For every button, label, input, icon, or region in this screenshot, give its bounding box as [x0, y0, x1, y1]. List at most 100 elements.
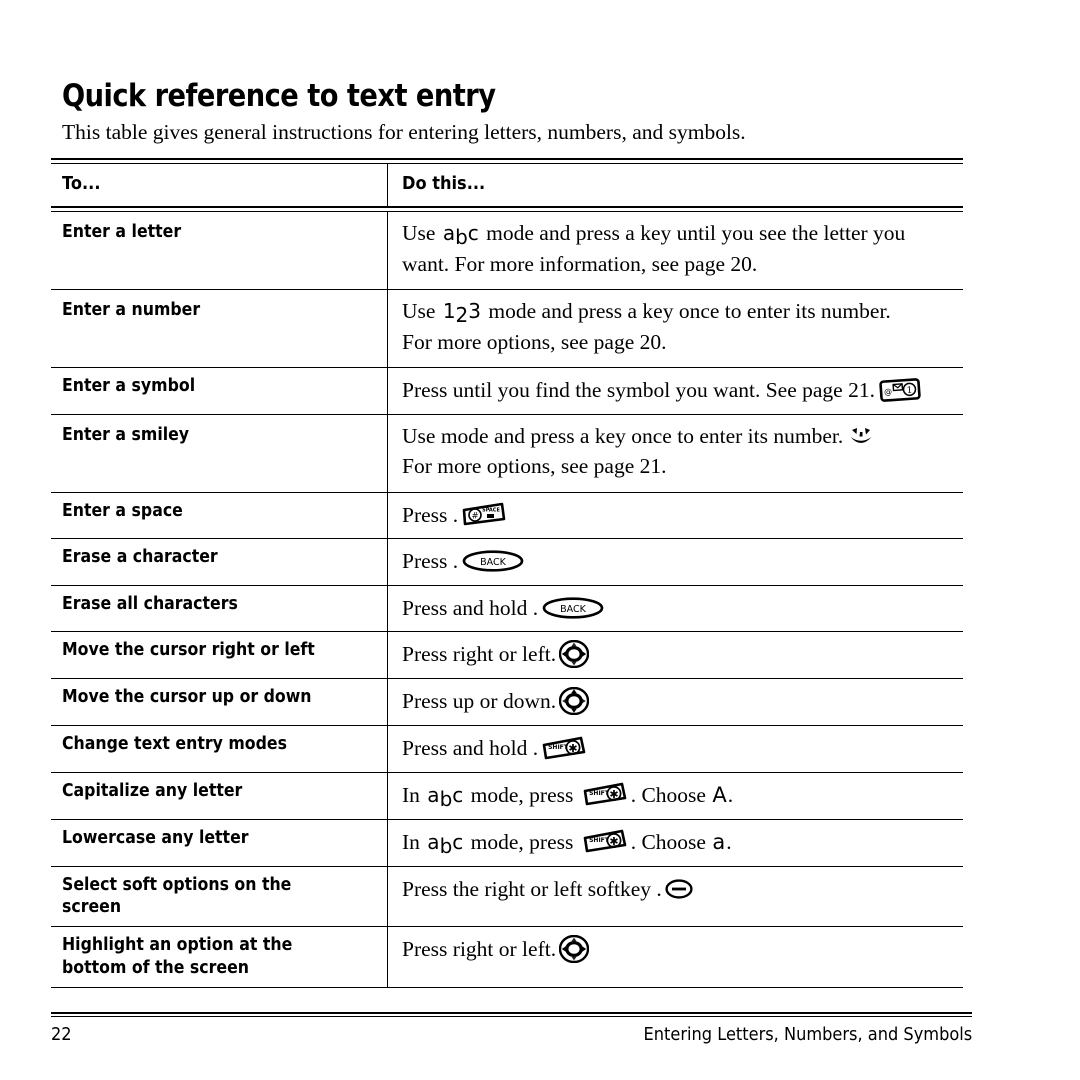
table-row: Move the cursor right or left Press right…: [51, 632, 963, 680]
table-row: Enter a letter Use abc mode and press a k…: [51, 212, 963, 291]
instruction-line: want. For more information, see page 20.: [402, 251, 758, 276]
instruction-line: Press . # SPACE: [402, 500, 953, 531]
row-action-label-text: Erase a character: [62, 547, 218, 568]
instruction-line: Press and hold . BACK: [402, 593, 953, 624]
instruction-line: For more options, see page 20.: [402, 329, 667, 354]
row-action-label: Highlight an option at the bottom of the…: [51, 927, 388, 988]
page-footer: 22 Entering Letters, Numbers, and Symbol…: [51, 1024, 972, 1045]
table-row: Enter a number Use 123 mode and press a k…: [51, 290, 963, 369]
svg-text:@: @: [884, 387, 893, 397]
row-action-label: Lowercase any letter: [51, 819, 388, 866]
svg-text:1: 1: [906, 386, 912, 396]
row-instruction: Press up or down.: [388, 679, 963, 725]
svg-text:#: #: [472, 512, 479, 522]
row-action-label: Erase all characters: [51, 585, 388, 632]
nav-key-updown-icon: [559, 687, 590, 716]
table-header-row: To... Do this...: [51, 164, 963, 206]
row-instruction: Press . BACK: [388, 539, 963, 585]
instruction-line: Press . BACK: [402, 546, 953, 577]
space-key-icon: # SPACE: [461, 501, 507, 528]
text-entry-mode-glyph-123: 123: [442, 299, 482, 328]
table-row: Select soft options on the screen Press t…: [51, 866, 963, 928]
footer-section-title: Entering Letters, Numbers, and Symbols: [643, 1024, 972, 1045]
row-instruction: Use mode and press a key once to enter i…: [388, 415, 963, 492]
row-action-label-text: Enter a symbol: [62, 376, 196, 397]
row-action-label-text: Move the cursor up or down: [62, 687, 312, 708]
row-action-label: Enter a smiley: [51, 414, 388, 492]
choose-character-glyph: a: [712, 829, 726, 854]
row-instruction: Press the right or left softkey .: [388, 867, 963, 927]
row-action-label-text: Change text entry modes: [62, 734, 287, 755]
row-instruction: In abc mode, press SHIFT ✱. Choose A.: [388, 773, 963, 819]
instruction-line: Press until you find the symbol you want…: [402, 375, 953, 406]
svg-text:✱: ✱: [609, 788, 618, 801]
nav-key-leftright-icon: [559, 640, 590, 669]
svg-text:BACK: BACK: [560, 604, 586, 615]
row-action-label-text: Enter a space: [62, 500, 183, 521]
table-row: Erase all characters Press and hold . BACK: [51, 585, 963, 633]
table-row: Capitalize any letter In abc mode, press …: [51, 772, 963, 820]
instruction-line: Press and hold . SHIFT ✱: [402, 733, 953, 764]
row-action-label-text: Capitalize any letter: [62, 780, 243, 801]
text-entry-mode-glyph-abc: abc: [427, 829, 464, 858]
row-action-label: Select soft options on the screen: [51, 866, 388, 927]
symbol-key-icon: @1: [878, 377, 922, 403]
row-action-label-text: Select soft options on the screen: [62, 874, 292, 917]
instruction-line: Press up or down.: [402, 686, 953, 717]
row-action-label: Move the cursor up or down: [51, 679, 388, 726]
manual-page: Quick reference to text entry This table…: [0, 0, 1080, 1080]
footer-page-number: 22: [51, 1024, 72, 1045]
page-title: Quick reference to text entry: [62, 78, 496, 114]
instruction-line: Use 123 mode and press a key once to ent…: [402, 299, 891, 328]
row-action-label: Erase a character: [51, 539, 388, 585]
instruction-line: Press right or left.: [402, 639, 953, 670]
instruction-line: For more options, see page 21.: [402, 454, 667, 479]
table-row: Enter a smiley Use mode and press a key o…: [51, 414, 963, 493]
row-action-label: Enter a number: [51, 290, 388, 368]
instruction-line: In abc mode, press SHIFT ✱. Choose A.: [402, 781, 734, 811]
table-row: Lowercase any letter In abc mode, press S…: [51, 819, 963, 867]
row-action-label: Move the cursor right or left: [51, 632, 388, 679]
table-header-cell-to: To...: [51, 164, 388, 206]
column-header-to: To...: [62, 173, 101, 194]
row-instruction: Press and hold . SHIFT ✱: [388, 726, 963, 772]
softkey-icon: [665, 878, 693, 899]
row-action-label-text: Erase all characters: [62, 593, 238, 614]
row-instruction: Use 123 mode and press a key once to ent…: [388, 290, 963, 367]
column-header-do-this: Do this...: [402, 173, 486, 194]
table-body: Enter a letter Use abc mode and press a k…: [51, 212, 963, 989]
svg-text:SPACE: SPACE: [482, 508, 500, 514]
instruction-line: Use abc mode and press a key until you s…: [402, 221, 906, 249]
table-row: Change text entry modes Press and hold .S…: [51, 726, 963, 773]
text-entry-reference-table: To... Do this... Enter a letter Use abc m…: [51, 158, 963, 989]
instruction-line: Press right or left.: [402, 934, 953, 965]
instruction-line: Use mode and press a key once to enter i…: [402, 421, 953, 452]
smiley-icon: [846, 423, 876, 449]
shift-key-icon: SHIFT ✱: [541, 735, 587, 762]
row-action-label-text: Enter a smiley: [62, 424, 190, 445]
shift-key-icon: SHIFT ✱: [582, 828, 628, 855]
table-row: Erase a character Press . BACK: [51, 539, 963, 586]
row-action-label: Enter a symbol: [51, 368, 388, 414]
row-action-label: Change text entry modes: [51, 726, 388, 772]
svg-text:BACK: BACK: [480, 557, 506, 568]
instruction-line: In abc mode, press SHIFT ✱. Choose a.: [402, 828, 732, 858]
footer-rule: [51, 1012, 972, 1017]
row-action-label-text: Move the cursor right or left: [62, 640, 315, 661]
shift-key-icon: SHIFT ✱: [582, 781, 628, 808]
row-action-label: Enter a letter: [51, 212, 388, 290]
table-row: Enter a symbol Press until you find the s…: [51, 368, 963, 415]
table-row: Move the cursor up or down Press up or do…: [51, 679, 963, 727]
back-key-icon: BACK: [462, 550, 524, 572]
row-instruction: Press . # SPACE: [388, 493, 963, 539]
row-instruction: In abc mode, press SHIFT ✱. Choose a.: [388, 820, 963, 866]
page-intro-text: This table gives general instructions fo…: [62, 120, 746, 144]
row-action-label: Capitalize any letter: [51, 772, 388, 819]
table-row: Highlight an option at the bottom of the…: [51, 927, 963, 989]
row-action-label: Enter a space: [51, 492, 388, 539]
svg-text:✱: ✱: [609, 835, 618, 848]
row-instruction: Press and hold . BACK: [388, 586, 963, 632]
row-instruction: Use abc mode and press a key until you s…: [388, 212, 963, 289]
row-action-label-text: Enter a number: [62, 300, 201, 321]
row-instruction: Press right or left.: [388, 927, 963, 987]
